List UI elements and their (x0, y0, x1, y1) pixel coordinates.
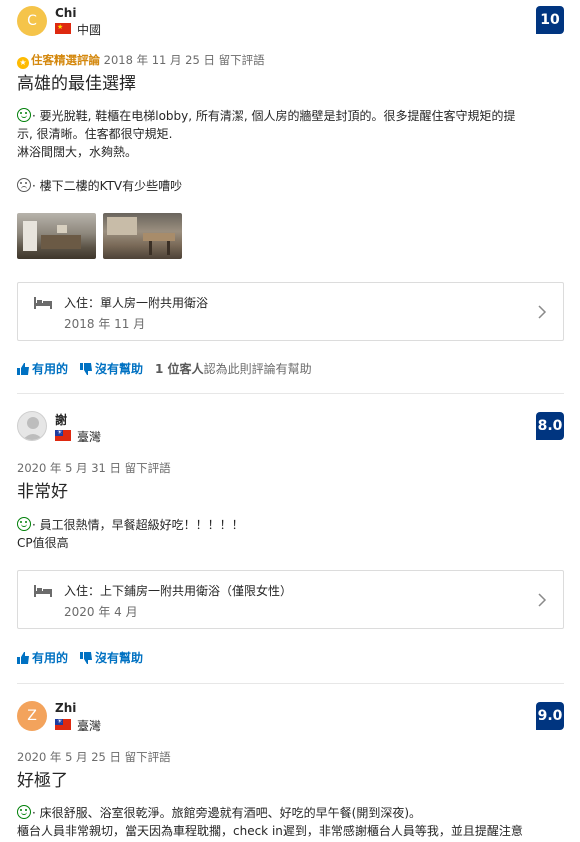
positive-text-line: 櫃台人員非常親切，當天因為車程耽擱，check in遲到，非常感謝櫃台人員等我，… (17, 824, 523, 838)
review-date: 2018 年 11 月 25 日 留下評語 (103, 53, 265, 67)
positive-text-line: CP值很高 (17, 536, 69, 550)
chevron-right-icon (538, 593, 547, 607)
unhelpful-label: 沒有幫助 (95, 362, 144, 376)
stay-info-card[interactable]: 入住：上下鋪房一附共用衛浴（僅限女性） 2020 年 4 月 (17, 570, 564, 629)
positive-text-line: · 員工很熱情，早餐超級好吃！！！！！ (32, 518, 244, 532)
user-avatar: Z (17, 701, 47, 731)
stay-info-card[interactable]: 入住：單人房一附共用衛浴 2018 年 11 月 (17, 282, 564, 341)
review-title: 非常好 (17, 482, 68, 502)
smiley-positive-icon (17, 108, 31, 122)
china-flag-icon: ★ (55, 23, 71, 34)
review-card: 謝 ☀ 臺灣 8.0 2020 年 5 月 31 日 留下評語 非常好 · 員工… (17, 410, 564, 670)
review-positive: · 要光脫鞋, 鞋櫃在电梯lobby, 所有清潔, 個人房的牆壁是封頂的。很多提… (17, 107, 564, 161)
review-score: 9.0 (536, 702, 564, 730)
taiwan-flag-icon: ☀ (55, 430, 71, 441)
helpful-button[interactable]: 有用的 (17, 360, 68, 377)
positive-text-line: 示, 很清晰。住客都很守規矩. (17, 127, 173, 141)
helpful-count: 1 位客人認為此則評論有幫助 (155, 362, 312, 376)
star-badge-icon: ★ (17, 57, 29, 69)
unhelpful-button[interactable]: 沒有幫助 (80, 360, 143, 377)
reviewer-name: Zhi (55, 701, 77, 715)
bed-icon (34, 585, 52, 597)
stay-date: 2020 年 4 月 (64, 605, 138, 619)
review-photo[interactable] (17, 213, 96, 259)
thumbs-up-icon (17, 652, 29, 664)
review-title: 高雄的最佳選擇 (17, 74, 136, 94)
review-negative: · 樓下二樓的KTV有少些嘈吵 (17, 177, 564, 195)
helpful-label: 有用的 (32, 362, 69, 376)
smiley-positive-icon (17, 805, 31, 819)
review-title: 好極了 (17, 771, 68, 791)
review-divider (17, 683, 564, 684)
negative-text: · 樓下二樓的KTV有少些嘈吵 (32, 179, 183, 193)
review-photo[interactable] (103, 213, 182, 259)
default-avatar-icon (17, 411, 47, 441)
review-divider (17, 393, 564, 394)
reviewer-country: 臺灣 (77, 430, 102, 444)
featured-review-badge: 住客精選評論 (31, 53, 100, 67)
positive-text-line: 淋浴間闊大，水夠熱。 (17, 145, 138, 159)
reviewer-name: Chi (55, 6, 77, 20)
bed-icon (34, 297, 52, 309)
review-score: 10 (536, 6, 564, 34)
smiley-positive-icon (17, 517, 31, 531)
thumbs-down-icon (80, 652, 93, 664)
helpful-count-suffix: 認為此則評論有幫助 (203, 362, 312, 376)
positive-text-line: · 床很舒服、浴室很乾淨。旅館旁邊就有酒吧、好吃的早午餐(開到深夜)。 (32, 806, 421, 820)
helpful-count-number: 1 位客人 (155, 362, 204, 376)
helpful-button[interactable]: 有用的 (17, 649, 68, 666)
review-score: 8.0 (536, 412, 564, 440)
stay-date: 2018 年 11 月 (64, 317, 146, 331)
user-avatar: C (17, 6, 47, 36)
helpful-actions: 有用的 沒有幫助 (17, 649, 155, 666)
unhelpful-button[interactable]: 沒有幫助 (80, 649, 143, 666)
thumbs-down-icon (80, 363, 93, 375)
reviewer-country: 臺灣 (77, 719, 102, 733)
review-meta: ★ 住客精選評論 2018 年 11 月 25 日 留下評語 (17, 52, 265, 69)
stay-room-type: 入住：上下鋪房一附共用衛浴（僅限女性） (64, 584, 293, 598)
positive-text-line: · 要光脫鞋, 鞋櫃在电梯lobby, 所有清潔, 個人房的牆壁是封頂的。很多提… (32, 109, 516, 123)
review-card: Z Zhi ☀ 臺灣 9.0 2020 年 5 月 25 日 留下評語 好極了 … (17, 700, 564, 842)
review-date: 2020 年 5 月 31 日 留下評語 (17, 461, 171, 475)
reviewer-country: 中國 (77, 23, 102, 37)
review-positive: · 員工很熱情，早餐超級好吃！！！！！ CP值很高 (17, 516, 564, 552)
helpful-label: 有用的 (32, 651, 69, 665)
unhelpful-label: 沒有幫助 (95, 651, 144, 665)
reviewer-name: 謝 (55, 413, 68, 427)
helpful-actions: 有用的 沒有幫助 1 位客人認為此則評論有幫助 (17, 360, 312, 377)
chevron-right-icon (538, 305, 547, 319)
thumbs-up-icon (17, 363, 29, 375)
stay-room-type: 入住：單人房一附共用衛浴 (64, 296, 209, 310)
taiwan-flag-icon: ☀ (55, 719, 71, 730)
review-positive: · 床很舒服、浴室很乾淨。旅館旁邊就有酒吧、好吃的早午餐(開到深夜)。 櫃台人員… (17, 804, 564, 840)
review-date: 2020 年 5 月 25 日 留下評語 (17, 750, 171, 764)
review-card: C Chi ★ 中國 10 ★ 住客精選評論 2018 年 11 月 25 日 留… (17, 5, 564, 385)
smiley-negative-icon (17, 178, 31, 192)
